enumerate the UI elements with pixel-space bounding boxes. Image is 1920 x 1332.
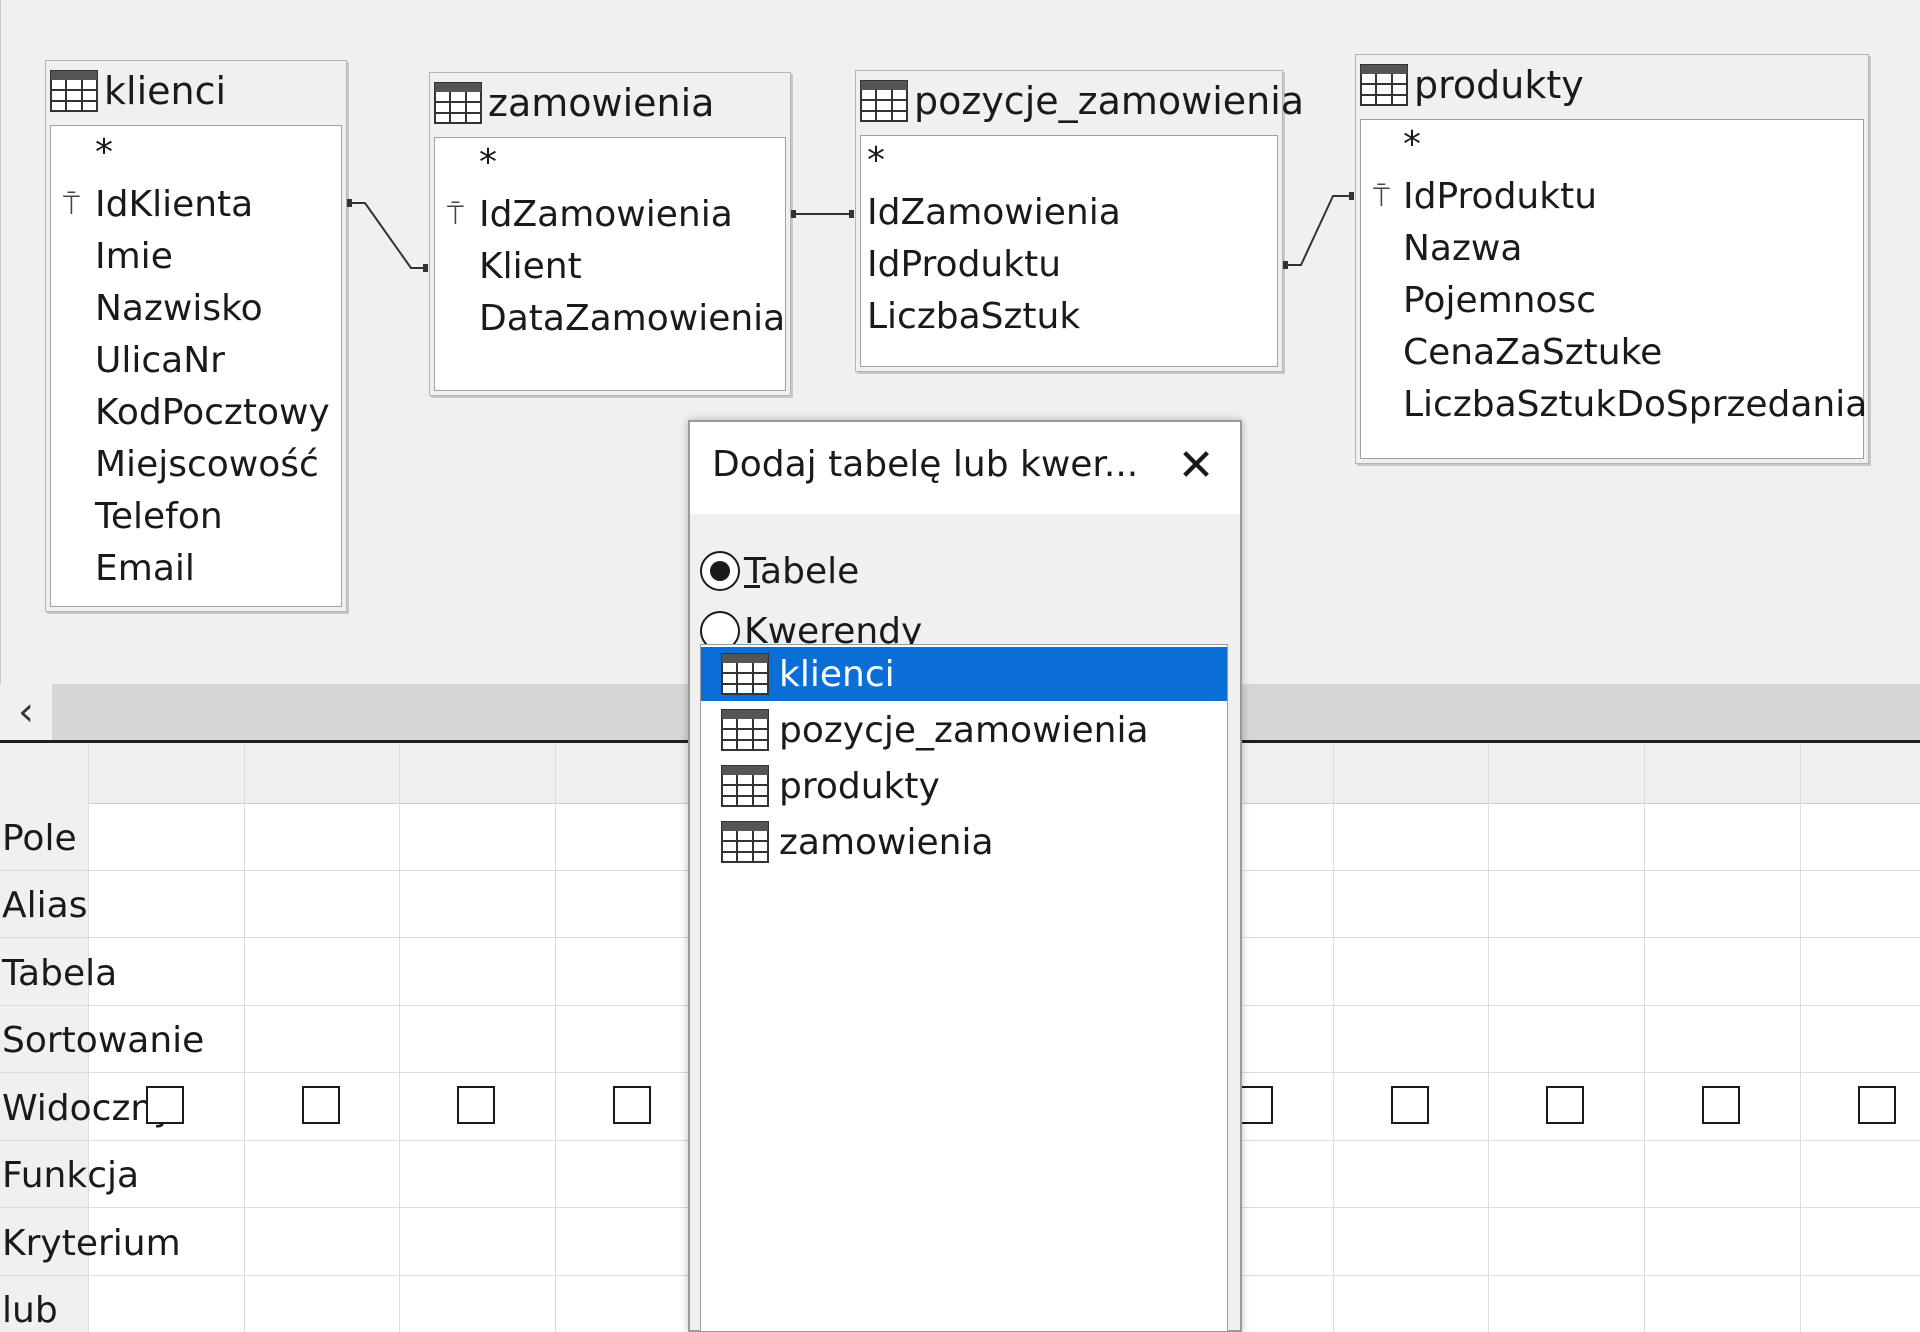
list-item-label: pozycje_zamowienia	[779, 709, 1149, 751]
field-item[interactable]: Nazwisko	[95, 288, 263, 329]
row-label-pole: Pole	[2, 818, 77, 859]
table-name: produkty	[1414, 63, 1584, 107]
field-item[interactable]: KodPocztowy	[95, 392, 330, 433]
table-name: zamowienia	[488, 81, 715, 125]
list-item[interactable]: pozycje_zamowienia	[701, 703, 1227, 757]
row-label-lub: lub	[2, 1290, 58, 1331]
relation-klienci-zamowienia	[349, 202, 425, 269]
list-item-label: produkty	[779, 765, 940, 807]
dialog-title: Dodaj tabelę lub kwer...	[712, 444, 1139, 485]
table-name: pozycje_zamowienia	[914, 79, 1305, 123]
close-icon[interactable]: ✕	[1170, 440, 1222, 492]
visible-checkbox[interactable]	[613, 1086, 651, 1124]
field-item[interactable]: Imie	[95, 236, 173, 277]
dialog-titlebar[interactable]: Dodaj tabelę lub kwer... ✕	[690, 422, 1240, 514]
field-item[interactable]: IdKlienta	[95, 184, 253, 225]
field-all[interactable]: *	[1403, 124, 1421, 165]
field-item[interactable]: LiczbaSztukDoSprzedania	[1403, 384, 1867, 425]
primary-key-icon: ⍑	[1373, 180, 1390, 213]
list-item[interactable]: zamowienia	[701, 815, 1227, 869]
visible-checkbox[interactable]	[1391, 1086, 1429, 1124]
table-icon	[721, 653, 769, 695]
radio-tables-label: Tabele	[744, 550, 860, 592]
row-label-kryterium: Kryterium	[2, 1223, 181, 1264]
visible-checkbox[interactable]	[302, 1086, 340, 1124]
table-window-pozycje-zamowienia[interactable]: pozycje_zamowienia * IdZamowienia IdProd…	[855, 70, 1304, 372]
list-item-label: klienci	[779, 653, 895, 695]
list-item[interactable]: klienci	[701, 647, 1227, 701]
table-icon	[721, 709, 769, 751]
table-icon	[721, 765, 769, 807]
primary-key-icon: ⍑	[63, 188, 80, 221]
table-title-bar[interactable]: produkty	[1360, 59, 1584, 111]
visible-checkbox[interactable]	[1858, 1086, 1896, 1124]
primary-key-icon: ⍑	[447, 198, 464, 231]
table-icon	[1360, 64, 1408, 106]
table-title-bar[interactable]: pozycje_zamowienia	[860, 75, 1304, 127]
table-icon	[860, 80, 908, 122]
list-item[interactable]: produkty	[701, 759, 1227, 813]
row-label-alias: Alias	[2, 885, 88, 926]
visible-checkbox[interactable]	[1702, 1086, 1740, 1124]
field-item[interactable]: Telefon	[95, 496, 223, 537]
field-item[interactable]: LiczbaSztuk	[867, 296, 1080, 337]
field-item[interactable]: Pojemnosc	[1403, 280, 1596, 321]
field-all[interactable]: *	[867, 140, 885, 181]
table-list[interactable]: klienci pozycje_zamowienia produkty zamo…	[700, 644, 1228, 1332]
row-label-funkcja: Funkcja	[2, 1155, 140, 1196]
table-icon	[434, 82, 482, 124]
field-item[interactable]: IdZamowienia	[867, 192, 1121, 233]
list-item-label: zamowienia	[779, 821, 994, 863]
table-window-zamowienia[interactable]: zamowienia * ⍑ IdZamowienia Klient DataZ…	[429, 72, 791, 396]
add-table-or-query-dialog[interactable]: Dodaj tabelę lub kwer... ✕ Tabele Kweren…	[688, 420, 1242, 1332]
field-all[interactable]: *	[479, 142, 497, 183]
visible-checkbox[interactable]	[1546, 1086, 1584, 1124]
table-title-bar[interactable]: klienci	[50, 65, 226, 117]
field-item[interactable]: IdProduktu	[1403, 176, 1597, 217]
table-title-bar[interactable]: zamowienia	[434, 77, 714, 129]
table-name: klienci	[104, 69, 227, 113]
relation-pozycje-produkty	[1285, 195, 1351, 266]
field-item[interactable]: UlicaNr	[95, 340, 225, 381]
field-list[interactable]: * IdZamowienia IdProduktu LiczbaSztuk	[860, 135, 1278, 367]
field-list[interactable]: * ⍑ IdProduktu Nazwa Pojemnosc CenaZaSzt…	[1360, 119, 1867, 459]
chevron-left-icon: ‹	[18, 689, 34, 735]
field-list[interactable]: * ⍑ IdZamowienia Klient DataZamowienia	[434, 137, 786, 391]
field-item[interactable]: Klient	[479, 246, 582, 287]
scroll-left-button[interactable]: ‹	[0, 684, 52, 740]
field-item[interactable]: Email	[95, 548, 195, 589]
field-item[interactable]: CenaZaSztuke	[1403, 332, 1662, 373]
row-label-sortowanie: Sortowanie	[2, 1020, 205, 1061]
visible-checkbox[interactable]	[146, 1086, 184, 1124]
radio-button[interactable]	[700, 551, 740, 591]
row-label-tabela: Tabela	[2, 953, 118, 994]
visible-checkbox[interactable]	[457, 1086, 495, 1124]
field-item[interactable]: Miejscowość	[95, 444, 319, 485]
field-all[interactable]: *	[95, 132, 113, 173]
table-window-klienci[interactable]: klienci * ⍑ IdKlienta Imie Nazwisko Ulic…	[45, 60, 347, 612]
field-item[interactable]: IdProduktu	[867, 244, 1061, 285]
table-window-produkty[interactable]: produkty * ⍑ IdProduktu Nazwa Pojemnosc …	[1355, 54, 1869, 464]
table-icon	[50, 70, 98, 112]
table-icon	[721, 821, 769, 863]
field-list[interactable]: * ⍑ IdKlienta Imie Nazwisko UlicaNr KodP…	[50, 125, 342, 607]
field-item[interactable]: IdZamowienia	[479, 194, 733, 235]
field-item[interactable]: Nazwa	[1403, 228, 1522, 269]
radio-tables[interactable]: Tabele	[700, 544, 859, 598]
field-item[interactable]: DataZamowienia	[479, 298, 785, 339]
